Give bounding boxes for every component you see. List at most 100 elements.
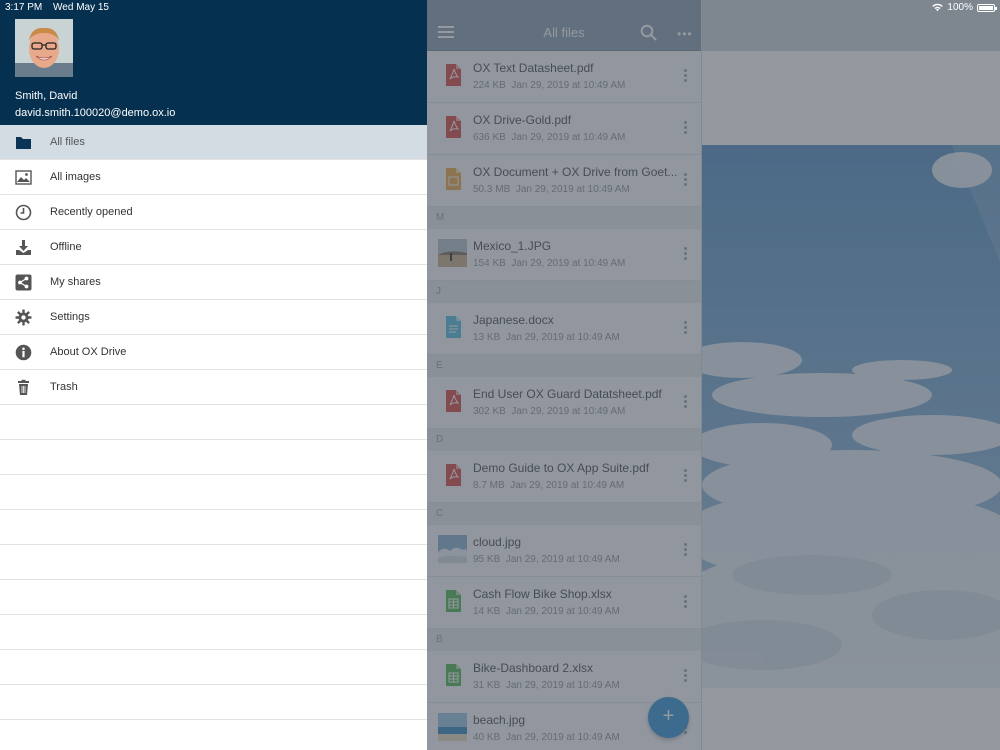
xlsx-icon [446,664,461,686]
file-name: Mexico_1.JPG [473,239,552,253]
files-toolbar: All files ••• [427,0,701,51]
file-size: 636 KB [473,132,506,143]
file-meta: 224 KB Jan 29, 2019 at 10:49 AM [473,80,625,91]
file-size: 302 KB [473,406,506,417]
file-more-icon[interactable] [684,321,690,336]
trash-icon [15,379,32,396]
files-title: All files [543,25,585,40]
sidebar-item-label: Trash [50,381,78,393]
file-more-icon[interactable] [684,395,690,410]
file-more-icon[interactable] [684,173,690,188]
empty-row [0,475,427,510]
file-row[interactable]: Bike-Dashboard 2.xlsx 31 KB Jan 29, 2019… [427,651,701,703]
file-row[interactable]: Mexico_1.JPG 154 KB Jan 29, 2019 at 10:4… [427,229,701,281]
file-row[interactable]: End User OX Guard Datatsheet.pdf 302 KB … [427,377,701,429]
sidebar-item-my-shares[interactable]: My shares [0,265,427,300]
file-size: 40 KB [473,732,501,743]
file-name: Japanese.docx [473,313,554,327]
file-name: Bike-Dashboard 2.xlsx [473,661,594,675]
section-header: D [427,429,701,451]
preview-image [702,145,1000,688]
file-more-icon[interactable] [684,247,690,262]
sidebar-item-label: Recently opened [50,206,133,218]
file-date: Jan 29, 2019 at 10:49 AM [511,132,626,143]
empty-row [0,405,427,440]
file-more-icon[interactable] [684,543,690,558]
file-size: 95 KB [473,554,501,565]
file-more-icon[interactable] [684,69,690,84]
file-row[interactable]: cloud.jpg 95 KB Jan 29, 2019 at 10:49 AM [427,525,701,577]
sidebar-item-all-images[interactable]: All images [0,160,427,195]
file-name: End User OX Guard Datatsheet.pdf [473,387,662,401]
sidebar-item-offline[interactable]: Offline [0,230,427,265]
file-row[interactable]: Japanese.docx 13 KB Jan 29, 2019 at 10:4… [427,303,701,355]
file-size: 154 KB [473,258,506,269]
file-meta: 302 KB Jan 29, 2019 at 10:49 AM [473,406,625,417]
avatar[interactable] [15,19,73,77]
file-date: Jan 29, 2019 at 10:49 AM [511,406,626,417]
sidebar-item-all-files[interactable]: All files [0,125,427,160]
section-header: J [427,281,701,303]
file-name: OX Drive-Gold.pdf [473,113,572,127]
file-more-icon[interactable] [684,669,690,684]
pdf-icon [446,390,461,412]
file-name: OX Text Datasheet.pdf [473,61,594,75]
pdf-icon [446,464,461,486]
sidebar-item-trash[interactable]: Trash [0,370,427,405]
file-meta: 13 KB Jan 29, 2019 at 10:49 AM [473,332,620,343]
file-row[interactable]: OX Text Datasheet.pdf 224 KB Jan 29, 201… [427,51,701,103]
sidebar-item-label: All images [50,171,101,183]
file-row[interactable]: Cash Flow Bike Shop.xlsx 14 KB Jan 29, 2… [427,577,701,629]
status-bar-right: 100% [932,2,997,13]
sidebar-item-label: Offline [50,241,82,253]
section-header: B [427,629,701,651]
file-name: cloud.jpg [473,535,522,549]
image-thumbnail [438,535,467,563]
file-date: Jan 29, 2019 at 10:49 AM [511,80,626,91]
sidebar-item-label: Settings [50,311,90,323]
empty-row [0,615,427,650]
sidebar-item-settings[interactable]: Settings [0,300,427,335]
document-icon [446,168,461,190]
file-size: 8.7 MB [473,480,505,491]
file-name: OX Document + OX Drive from Goet... [473,165,678,179]
gear-icon [15,309,32,326]
file-meta: 14 KB Jan 29, 2019 at 10:49 AM [473,606,620,617]
file-size: 224 KB [473,80,506,91]
file-date: Jan 29, 2019 at 10:49 AM [505,554,620,565]
pdf-icon [446,116,461,138]
file-size: 31 KB [473,680,501,691]
file-row[interactable]: OX Drive-Gold.pdf 636 KB Jan 29, 2019 at… [427,103,701,155]
file-row[interactable]: OX Document + OX Drive from Goet... 50.3… [427,155,701,207]
file-more-icon[interactable] [684,595,690,610]
file-meta: 8.7 MB Jan 29, 2019 at 10:49 AM [473,480,624,491]
empty-row [0,545,427,580]
file-date: Jan 29, 2019 at 10:49 AM [505,680,620,691]
empty-row [0,510,427,545]
more-icon[interactable]: ••• [677,27,692,41]
file-row[interactable]: Demo Guide to OX App Suite.pdf 8.7 MB Ja… [427,451,701,503]
search-icon[interactable] [640,24,657,41]
sidebar: Smith, David david.smith.100020@demo.ox.… [0,0,427,750]
sidebar-item-label: My shares [50,276,101,288]
file-meta: 40 KB Jan 29, 2019 at 10:49 AM [473,732,620,743]
empty-row [0,650,427,685]
docx-icon [446,316,461,338]
status-bar-left: 3:17 PM Wed May 15 [5,2,117,13]
sidebar-item-recently-opened[interactable]: Recently opened [0,195,427,230]
file-size: 13 KB [473,332,501,343]
status-date: Wed May 15 [53,2,109,13]
empty-row [0,580,427,615]
pdf-icon [446,64,461,86]
wifi-icon [932,3,944,12]
sidebar-item-label: About OX Drive [50,346,127,358]
sidebar-item-about[interactable]: About OX Drive [0,335,427,370]
add-button[interactable]: + [648,697,689,738]
file-more-icon[interactable] [684,469,690,484]
empty-row [0,440,427,475]
file-meta: 95 KB Jan 29, 2019 at 10:49 AM [473,554,620,565]
file-more-icon[interactable] [684,121,690,136]
sidebar-menu: All files All images Recently opened Off… [0,125,427,720]
file-name: Cash Flow Bike Shop.xlsx [473,587,612,601]
file-meta: 31 KB Jan 29, 2019 at 10:49 AM [473,680,620,691]
